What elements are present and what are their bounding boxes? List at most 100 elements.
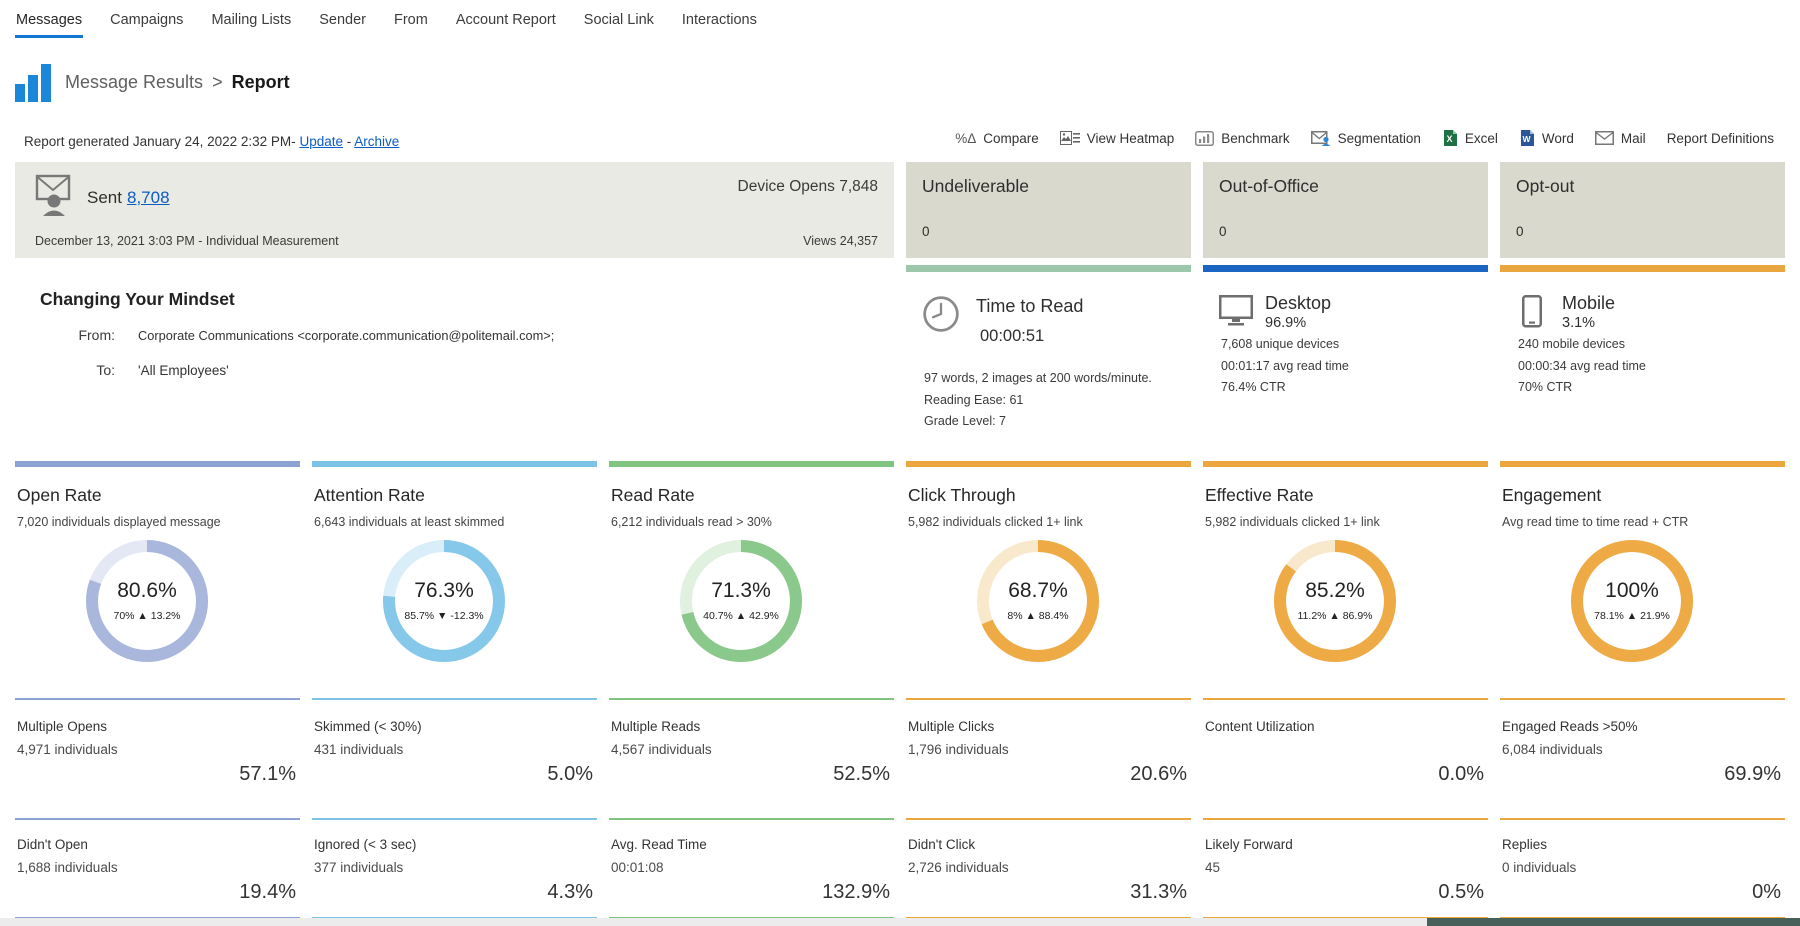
donut-chart-attention-rate: 76.3%85.7% ▼ -12.3%	[374, 531, 514, 671]
svg-text:68.7%: 68.7%	[1008, 579, 1068, 602]
mobile-devices-line: 240 mobile devices	[1518, 334, 1646, 356]
metric-row-label: Didn't Open	[17, 837, 88, 852]
metric-divider	[1500, 698, 1785, 700]
status-card-accent-bar	[1500, 265, 1785, 272]
archive-link[interactable]: Archive	[354, 134, 399, 149]
metric-accent-bar	[1500, 461, 1785, 467]
toolbar-button-word[interactable]: WWord	[1519, 130, 1574, 146]
status-card-title: Out-of-Office	[1219, 176, 1319, 197]
toolbar-button-report-definitions[interactable]: Report Definitions	[1667, 131, 1774, 146]
metric-accent-bar	[312, 461, 597, 467]
metric-subtitle: 5,982 individuals clicked 1+ link	[1205, 515, 1380, 529]
metric-divider	[906, 698, 1191, 700]
metric-title: Attention Rate	[314, 485, 425, 506]
toolbar-button-compare[interactable]: %ΔCompare	[955, 131, 1039, 146]
metric-row-individuals: 4,971 individuals	[17, 742, 118, 757]
metric-accent-bar	[1203, 461, 1488, 467]
toolbar-label: Benchmark	[1221, 131, 1289, 146]
update-link[interactable]: Update	[299, 134, 343, 149]
metric-row-label: Multiple Opens	[17, 719, 107, 734]
sent-count-link[interactable]: 8,708	[127, 188, 170, 208]
reading-ease-line: Reading Ease: 61	[924, 390, 1152, 412]
metric-column-read-rate: Read Rate6,212 individuals read > 30%71.…	[609, 461, 894, 919]
metric-title: Read Rate	[611, 485, 695, 506]
metric-divider	[312, 818, 597, 820]
detail-band: Changing Your Mindset From: Corporate Co…	[15, 289, 1785, 457]
tab-from[interactable]: From	[393, 0, 429, 38]
metric-divider	[15, 818, 300, 820]
metric-title: Click Through	[908, 485, 1016, 506]
donut-chart-engagement: 100%78.1% ▲ 21.9%	[1562, 531, 1702, 671]
metric-column-open-rate: Open Rate7,020 individuals displayed mes…	[15, 461, 300, 919]
donut-chart-click-through: 68.7%8% ▲ 88.4%	[968, 531, 1108, 671]
metric-row-label: Skimmed (< 30%)	[314, 719, 422, 734]
sent-envelope-person-icon	[35, 174, 81, 221]
report-link-separator: -	[347, 134, 352, 149]
toolbar-label: View Heatmap	[1087, 131, 1175, 146]
toolbar-button-benchmark[interactable]: Benchmark	[1195, 131, 1289, 146]
metric-row-label: Multiple Reads	[611, 719, 700, 734]
toolbar-button-view-heatmap[interactable]: View Heatmap	[1060, 131, 1175, 146]
status-card-value: 0	[1516, 224, 1524, 239]
status-card-undeliverable[interactable]: Undeliverable0	[906, 162, 1191, 258]
svg-text:100%: 100%	[1605, 579, 1659, 602]
metric-row-value: 31.3%	[1130, 881, 1187, 904]
desktop-card: Desktop 96.9% 7,608 unique devices 00:01…	[1203, 289, 1488, 457]
metric-divider	[1500, 818, 1785, 820]
mobile-ctr-line: 70% CTR	[1518, 377, 1646, 399]
status-card-title: Undeliverable	[922, 176, 1029, 197]
message-pane: Changing Your Mindset From: Corporate Co…	[15, 289, 894, 457]
from-label: From:	[55, 327, 115, 343]
metric-row-label: Multiple Clicks	[908, 719, 994, 734]
time-to-read-details: 97 words, 2 images at 200 words/minute. …	[924, 368, 1152, 433]
metric-row-label: Avg. Read Time	[611, 837, 707, 852]
metric-title: Open Rate	[17, 485, 102, 506]
svg-text:71.3%: 71.3%	[711, 579, 771, 602]
desktop-icon	[1219, 295, 1253, 331]
message-subject: Changing Your Mindset	[40, 289, 235, 310]
desktop-ctr-line: 76.4% CTR	[1221, 377, 1349, 399]
metric-accent-bar	[906, 461, 1191, 467]
metric-column-effective-rate: Effective Rate5,982 individuals clicked …	[1203, 461, 1488, 919]
time-to-read-title: Time to Read	[976, 296, 1083, 317]
toolbar-button-excel[interactable]: XExcel	[1442, 130, 1498, 146]
svg-text:85.7% ▼ -12.3%: 85.7% ▼ -12.3%	[404, 610, 483, 622]
tab-mailing-lists[interactable]: Mailing Lists	[210, 0, 292, 38]
grade-level-line: Grade Level: 7	[924, 411, 1152, 433]
mobile-title: Mobile	[1562, 293, 1615, 314]
toolbar-label: Segmentation	[1338, 131, 1421, 146]
brand-row: Message Results > Report	[15, 60, 290, 104]
word-icon: W	[1519, 130, 1535, 146]
toolbar-label: Mail	[1621, 131, 1646, 146]
tab-messages[interactable]: Messages	[15, 0, 83, 38]
toolbar-button-segmentation[interactable]: Segmentation	[1311, 131, 1421, 146]
metric-row-individuals: 377 individuals	[314, 860, 403, 875]
metric-subtitle: 5,982 individuals clicked 1+ link	[908, 515, 1083, 529]
compare-icon: %Δ	[955, 131, 976, 146]
metric-row-individuals: 6,084 individuals	[1502, 742, 1603, 757]
tab-social-link[interactable]: Social Link	[583, 0, 655, 38]
status-card-accent-bar	[906, 265, 1191, 272]
horizontal-scrollbar-track[interactable]	[0, 918, 1800, 926]
status-card-opt-out[interactable]: Opt-out0	[1500, 162, 1785, 258]
svg-text:40.7% ▲ 42.9%: 40.7% ▲ 42.9%	[703, 610, 779, 622]
horizontal-scrollbar-thumb[interactable]	[1427, 918, 1800, 926]
svg-text:85.2%: 85.2%	[1305, 579, 1365, 602]
metric-row-individuals: 431 individuals	[314, 742, 403, 757]
metric-row-individuals: 1,796 individuals	[908, 742, 1009, 757]
metric-row-value: 0.0%	[1438, 763, 1484, 786]
metric-row-individuals: 2,726 individuals	[908, 860, 1009, 875]
donut-chart-open-rate: 80.6%70% ▲ 13.2%	[77, 531, 217, 671]
toolbar-button-mail[interactable]: Mail	[1595, 131, 1646, 146]
desktop-share-value: 96.9%	[1265, 315, 1306, 331]
metric-row-label: Didn't Click	[908, 837, 975, 852]
tab-interactions[interactable]: Interactions	[681, 0, 758, 38]
tab-account-report[interactable]: Account Report	[455, 0, 557, 38]
tab-campaigns[interactable]: Campaigns	[109, 0, 184, 38]
breadcrumb-section[interactable]: Message Results	[65, 72, 203, 93]
metric-row-label: Replies	[1502, 837, 1547, 852]
tab-sender[interactable]: Sender	[318, 0, 367, 38]
mail-icon	[1595, 131, 1614, 145]
status-card-out-of-office[interactable]: Out-of-Office0	[1203, 162, 1488, 258]
status-card-wrap-opt-out: Opt-out0	[1500, 162, 1785, 272]
